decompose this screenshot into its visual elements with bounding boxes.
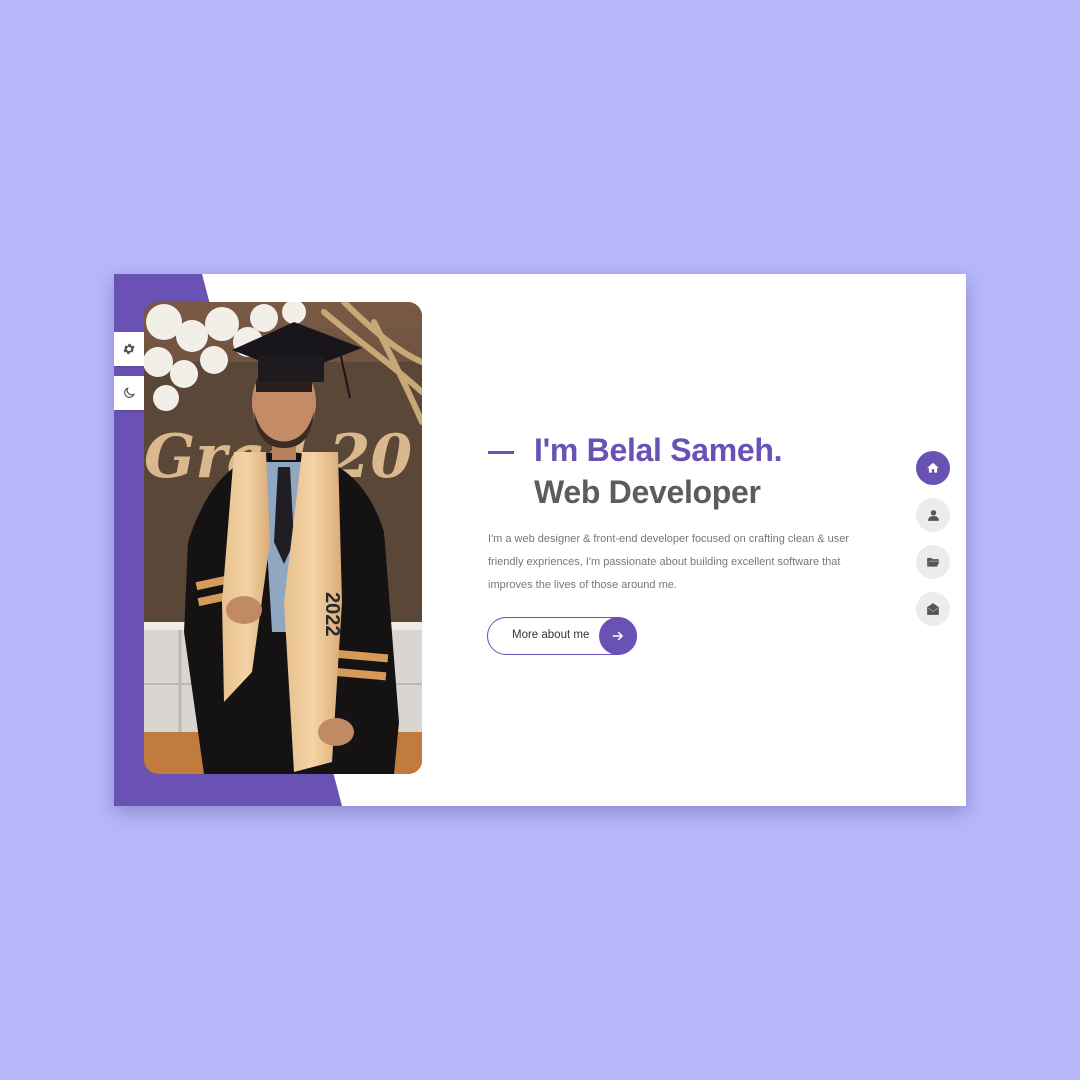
dark-mode-toggle-button[interactable] (114, 376, 144, 410)
heading-accent-dash (488, 451, 514, 454)
stole-year-text: 2022 (321, 592, 343, 637)
more-about-me-label: More about me (512, 629, 590, 641)
user-icon (927, 509, 939, 521)
hero-description: I'm a web designer & front-end developer… (488, 533, 850, 591)
arrow-right-icon (599, 617, 637, 655)
nav-portfolio-button[interactable] (916, 545, 950, 579)
nav-about-button[interactable] (916, 498, 950, 532)
nav-home-button[interactable] (916, 451, 950, 485)
moon-icon (124, 387, 135, 398)
settings-toggle-button[interactable] (114, 332, 144, 366)
folder-icon (927, 557, 940, 567)
more-about-me-button[interactable]: More about me (487, 617, 637, 655)
portfolio-window: Grad 20 2022 I'm Belal Sameh. Web Develo… (114, 274, 966, 806)
profile-photo: Grad 20 2022 (144, 302, 422, 774)
home-icon (927, 462, 939, 473)
envelope-icon (927, 603, 939, 615)
hero-name-heading: I'm Belal Sameh. (534, 432, 783, 468)
hero-role-heading: Web Developer (534, 474, 761, 510)
nav-contact-button[interactable] (916, 592, 950, 626)
gear-icon (123, 343, 135, 355)
